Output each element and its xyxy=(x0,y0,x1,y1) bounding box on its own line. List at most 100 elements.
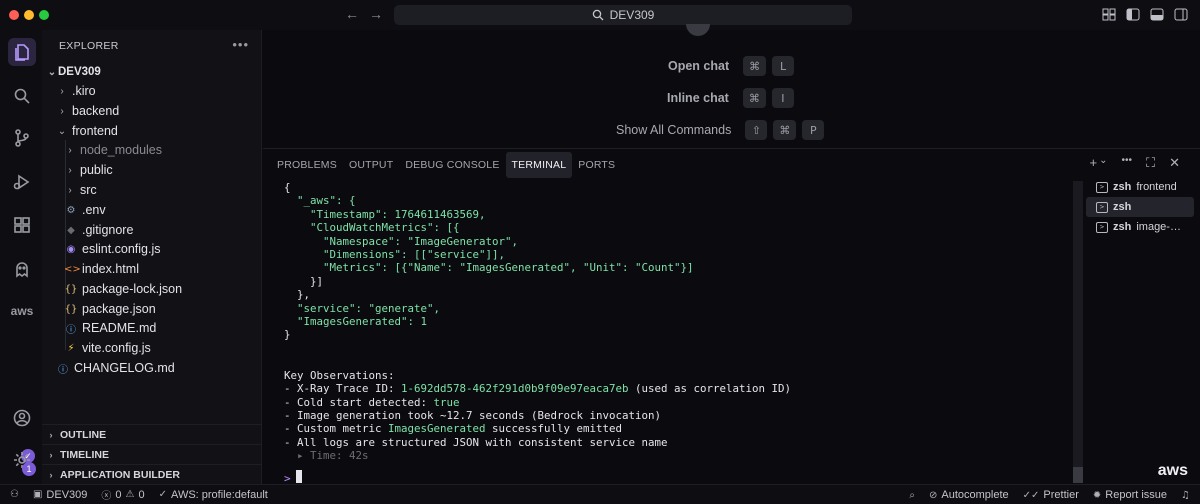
terminal-scrollbar[interactable] xyxy=(1073,181,1083,483)
problems-indicator[interactable]: ⓧ 0 ⚠ 0 xyxy=(101,487,145,503)
error-icon: ⓧ xyxy=(101,491,112,502)
tree-file-vite-config[interactable]: ⚡ vite.config.js xyxy=(42,338,262,358)
warning-count: 0 xyxy=(138,488,145,501)
toggle-sidebar-icon[interactable] xyxy=(1126,8,1140,21)
title-bar: ← → DEV309 xyxy=(0,0,1200,30)
key-cap: L xyxy=(772,56,795,76)
inline-chat-shortcut[interactable]: Inline chat ⌘ I xyxy=(667,88,794,108)
tree-folder-node-modules[interactable]: › node_modules xyxy=(42,140,262,160)
tab-ports[interactable]: PORTS xyxy=(572,152,621,178)
terminal-session-zsh[interactable]: > zsh xyxy=(1086,197,1194,217)
tree-file-env[interactable]: ⚙ .env xyxy=(42,200,262,220)
shortcut-label: Inline chat xyxy=(667,91,729,105)
maximize-window-button[interactable] xyxy=(39,10,49,20)
info-file-icon: ⓘ xyxy=(66,324,76,336)
run-debug-icon[interactable] xyxy=(8,168,36,196)
source-control-icon[interactable] xyxy=(8,124,36,152)
tree-file-package-lock[interactable]: {} package-lock.json xyxy=(42,279,262,299)
tree-file-readme[interactable]: ⓘ README.md xyxy=(42,318,262,338)
close-panel-icon[interactable]: ✕ xyxy=(1169,155,1180,171)
remote-icon: ⚇ xyxy=(10,489,19,500)
zoom-search-icon[interactable]: ⌕ xyxy=(909,490,915,501)
tree-folder-public[interactable]: › public xyxy=(42,160,262,180)
show-all-commands-shortcut[interactable]: Show All Commands ⇧ ⌘ P xyxy=(616,120,825,140)
scrollbar-thumb[interactable] xyxy=(1073,467,1083,483)
key-cap: ⌘ xyxy=(773,120,797,140)
more-actions-icon[interactable]: ••• xyxy=(1121,155,1132,171)
minimize-window-button[interactable] xyxy=(24,10,34,20)
workspace-indicator[interactable]: ▣ DEV309 xyxy=(33,489,87,501)
json-line: "Namespace": "ImageGenerator", xyxy=(323,234,519,248)
tab-problems[interactable]: PROBLEMS xyxy=(271,152,343,178)
terminal-icon: > xyxy=(1096,221,1108,233)
tree-folder-backend[interactable]: › backend xyxy=(42,101,262,121)
command-center-search[interactable]: DEV309 xyxy=(394,5,852,25)
terminal-session-image[interactable]: > zsh image-… xyxy=(1086,217,1194,237)
chevron-right-icon: › xyxy=(60,105,64,117)
obs-line: - Cold start detected: xyxy=(284,395,434,409)
toggle-panel-icon[interactable] xyxy=(1150,8,1164,21)
json-value: 1764611463569, xyxy=(394,207,486,221)
terminal-output[interactable]: { "_aws": { "Timestamp": 1764611463569, … xyxy=(284,181,791,463)
prettier-label: Prettier xyxy=(1043,489,1079,501)
customize-layout-icon[interactable] xyxy=(1102,8,1116,21)
explorer-more-actions-icon[interactable]: ••• xyxy=(232,37,249,52)
maximize-panel-icon[interactable]: ⛶ xyxy=(1146,155,1155,171)
account-icon[interactable] xyxy=(8,404,36,432)
tab-terminal[interactable]: TERMINAL xyxy=(505,152,573,178)
tree-item-label: eslint.config.js xyxy=(82,242,161,256)
session-shell: zsh xyxy=(1113,181,1132,193)
tree-folder-src[interactable]: › src xyxy=(42,180,262,200)
forward-arrow-icon[interactable]: → xyxy=(369,6,383,22)
chevron-right-icon: › xyxy=(68,184,72,196)
chevron-right-icon: › xyxy=(49,429,53,440)
tree-file-package-json[interactable]: {} package.json xyxy=(42,299,262,319)
double-check-icon: ✓✓ xyxy=(1022,489,1040,501)
notifications-bell-icon[interactable]: ♫ xyxy=(1181,490,1190,501)
tree-item-label: package.json xyxy=(82,302,156,316)
aws-profile-indicator[interactable]: ✓ AWS: profile:default xyxy=(159,489,268,501)
open-chat-shortcut[interactable]: Open chat ⌘ L xyxy=(668,56,795,76)
extensions-icon[interactable] xyxy=(8,211,36,239)
terminal-session-list: > zsh frontend > zsh > zsh image-… xyxy=(1086,177,1194,237)
report-issue-button[interactable]: ✹ Report issue xyxy=(1093,489,1167,501)
search-icon[interactable] xyxy=(8,82,36,110)
elapsed-time: ▸ Time: 42s xyxy=(297,449,369,463)
tree-file-index-html[interactable]: <> index.html xyxy=(42,259,262,279)
close-window-button[interactable] xyxy=(9,10,19,20)
obs-line: - All logs are structured JSON with cons… xyxy=(284,435,668,449)
tree-folder-kiro[interactable]: › .kiro xyxy=(42,81,262,101)
section-label: APPLICATION BUILDER xyxy=(60,468,180,481)
explorer-icon[interactable] xyxy=(8,38,36,66)
remote-indicator[interactable]: ⚇ xyxy=(10,489,19,500)
chevron-right-icon: › xyxy=(49,469,53,480)
terminal-session-frontend[interactable]: > zsh frontend xyxy=(1086,177,1194,197)
json-line: { xyxy=(284,181,291,194)
timeline-section[interactable]: › TIMELINE xyxy=(42,444,262,464)
new-terminal-icon[interactable]: + xyxy=(1089,155,1097,171)
autocomplete-toggle[interactable]: ⊘ Autocomplete xyxy=(929,489,1009,501)
json-line: "_aws": { xyxy=(297,194,356,208)
toggle-secondary-sidebar-icon[interactable] xyxy=(1174,8,1188,21)
kiro-ghost-icon[interactable] xyxy=(8,255,36,283)
aws-toolkit-icon[interactable]: aws xyxy=(8,297,36,325)
chevron-down-icon: ⌄ xyxy=(57,125,67,137)
tab-debug-console[interactable]: DEBUG CONSOLE xyxy=(399,152,505,178)
json-value: 1 xyxy=(420,315,428,329)
prettier-status[interactable]: ✓✓ Prettier xyxy=(1023,489,1079,501)
tree-item-label: backend xyxy=(72,104,120,118)
tree-folder-frontend[interactable]: ⌄ frontend xyxy=(42,121,262,141)
chevron-down-icon[interactable]: ⌄ xyxy=(1099,155,1107,171)
tree-item-label: .kiro xyxy=(72,84,96,98)
tree-file-eslint-config[interactable]: ◉ eslint.config.js xyxy=(42,239,262,259)
tree-file-changelog[interactable]: ⓘ CHANGELOG.md xyxy=(42,358,262,378)
tree-root-dev309[interactable]: ⌄ DEV309 xyxy=(42,62,262,82)
tab-output[interactable]: OUTPUT xyxy=(343,152,399,178)
check-icon: ✓ xyxy=(158,489,168,500)
terminal-icon: > xyxy=(1096,201,1108,213)
tree-file-gitignore[interactable]: ◆ .gitignore xyxy=(42,220,262,240)
back-arrow-icon[interactable]: ← xyxy=(345,6,359,22)
outline-section[interactable]: › OUTLINE xyxy=(42,424,262,444)
application-builder-section[interactable]: › APPLICATION BUILDER xyxy=(42,464,262,484)
terminal-cursor[interactable] xyxy=(296,470,302,483)
